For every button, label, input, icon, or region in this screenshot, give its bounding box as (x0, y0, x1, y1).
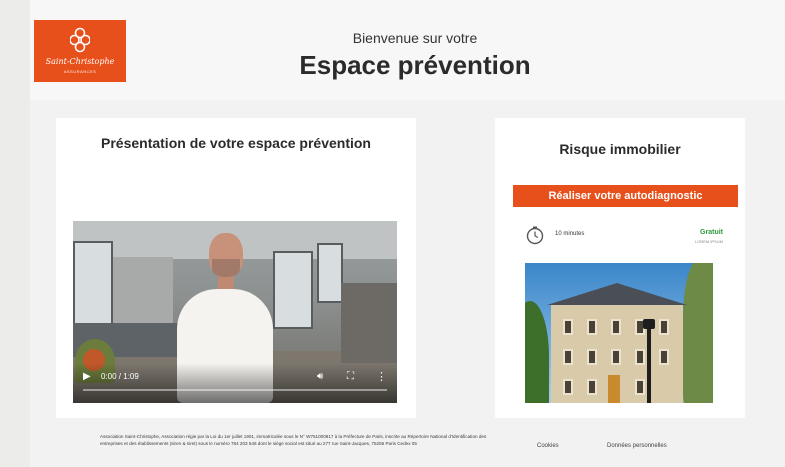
autodiagnostic-button[interactable]: Réaliser votre autodiagnostic (513, 185, 738, 207)
house-window (563, 349, 573, 365)
house-door (608, 375, 620, 403)
house-window (611, 319, 621, 335)
welcome-text: Bienvenue sur votre (352, 30, 478, 46)
house-image (525, 263, 713, 403)
house-window (611, 349, 621, 365)
brand-logo[interactable]: Saint-Christophe ASSURANCES (34, 20, 126, 82)
page-title: Espace prévention (299, 50, 531, 80)
duration-label: 10 minutes (555, 231, 585, 237)
clock-icon (526, 226, 544, 245)
duration-row: 10 minutes Gratuit LOREM IPSUM (525, 225, 725, 247)
risk-title: Risque immobilier (559, 141, 681, 157)
house-window (563, 319, 573, 335)
house-window (659, 349, 669, 365)
video-controls-bar (73, 363, 397, 403)
house-window (587, 379, 597, 395)
house-window (563, 379, 573, 395)
video-scene-shelf (341, 283, 397, 363)
house-window (635, 349, 645, 365)
page: Saint-Christophe ASSURANCES Bienvenue su… (30, 0, 785, 467)
video-time: 0:00 / 1:09 (101, 372, 139, 381)
more-options-icon[interactable]: ⋮ (376, 370, 387, 383)
house-window (659, 319, 669, 335)
house-window (587, 319, 597, 335)
play-icon[interactable]: ▶ (83, 371, 91, 382)
price-sublabel: LOREM IPSUM (694, 239, 723, 244)
risk-card: Risque immobilier Réaliser votre autodia… (495, 118, 745, 418)
house-tree (683, 263, 713, 403)
presenter-beard (212, 259, 240, 277)
logo-subtitle: ASSURANCES (63, 69, 97, 74)
presentation-video[interactable]: ▶ 0:00 / 1:09 🔊︎ ⛶ ⋮ (73, 221, 397, 403)
price-label: Gratuit (700, 229, 723, 236)
video-scene-window (317, 243, 343, 303)
cookies-link[interactable]: Cookies (537, 443, 559, 449)
video-progress-bar[interactable] (83, 389, 387, 391)
volume-icon[interactable]: 🔊︎ (317, 371, 323, 382)
video-scene-window (273, 251, 313, 329)
logo-name: Saint-Christophe (45, 57, 115, 66)
video-scene-wall (113, 257, 173, 327)
presentation-title: Présentation de votre espace prévention (101, 135, 371, 151)
footer: Association Saint-Christophe, Associatio… (30, 425, 785, 467)
street-lamp-post (647, 323, 651, 403)
house-window (587, 349, 597, 365)
house-tree (525, 301, 549, 403)
video-scene-window (73, 241, 113, 327)
header: Saint-Christophe ASSURANCES Bienvenue su… (30, 0, 785, 100)
fullscreen-icon[interactable]: ⛶ (347, 371, 354, 382)
house-roof (547, 283, 687, 305)
presentation-card: Présentation de votre espace prévention … (56, 118, 416, 418)
legal-notice: Association Saint-Christophe, Associatio… (100, 434, 487, 446)
saint-christophe-logo-icon (70, 27, 90, 53)
house-window (635, 379, 645, 395)
personal-data-link[interactable]: Données personnelles (607, 443, 667, 449)
